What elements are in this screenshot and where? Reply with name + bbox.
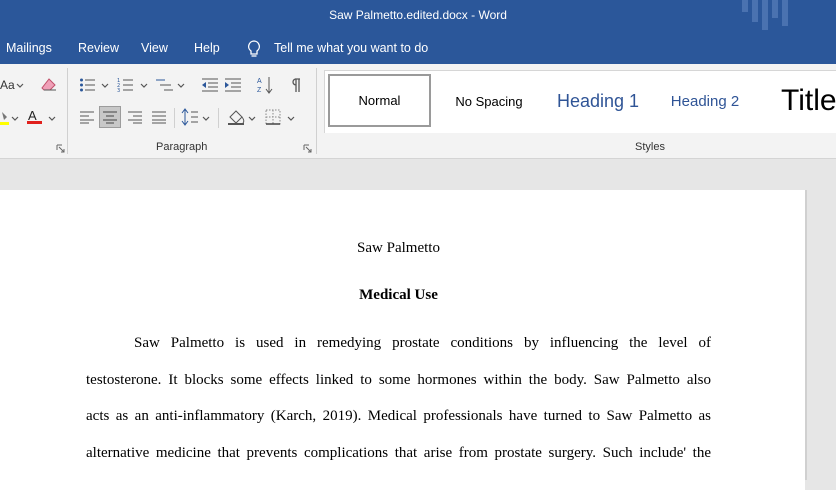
svg-text:Z: Z [257, 87, 262, 94]
bullets-icon[interactable] [79, 77, 97, 93]
ribbon-tabs: Mailings Review View Help Tell me what y… [0, 34, 836, 64]
document-line[interactable]: Saw Palmetto is used in remedying prosta… [86, 335, 711, 352]
tab-review[interactable]: Review [78, 41, 119, 55]
numbering-icon[interactable]: 123 [117, 77, 135, 93]
show-formatting-marks-icon[interactable] [289, 77, 301, 93]
styles-gallery: Normal No Spacing Heading 1 Heading 2 Ti… [324, 70, 836, 133]
align-left-icon[interactable] [79, 110, 95, 124]
increase-indent-icon[interactable] [224, 77, 242, 93]
document-line[interactable]: acts as an anti-inflammatory (Karch, 201… [86, 408, 711, 425]
svg-text:A: A [257, 78, 262, 85]
divider [174, 108, 175, 128]
paragraph-dialog-launcher-icon[interactable] [303, 144, 312, 153]
align-center-button[interactable] [99, 106, 121, 128]
group-divider [67, 68, 68, 154]
ribbon: Aa A 123 A Z Paragraph Normal No Spacing… [0, 64, 836, 159]
document-heading[interactable]: Medical Use [86, 287, 711, 304]
document-line[interactable]: alternative medicine that prevents compl… [86, 445, 711, 462]
style-heading-1[interactable]: Heading 1 [547, 71, 649, 131]
style-heading-2[interactable]: Heading 2 [655, 71, 755, 131]
clear-formatting-icon[interactable] [40, 77, 58, 93]
highlight-color-icon[interactable] [0, 110, 10, 126]
styles-group-label: Styles [635, 141, 665, 153]
divider [218, 108, 219, 128]
multilevel-list-icon[interactable] [155, 77, 175, 93]
decrease-indent-icon[interactable] [201, 77, 219, 93]
tell-me-search[interactable]: Tell me what you want to do [274, 41, 428, 55]
justify-icon[interactable] [151, 110, 167, 124]
align-center-icon [103, 111, 117, 124]
style-title[interactable]: Title [781, 71, 836, 131]
shading-icon[interactable] [226, 108, 246, 126]
chevron-down-icon [140, 83, 148, 88]
chevron-down-icon [248, 116, 256, 121]
tab-mailings[interactable]: Mailings [6, 41, 52, 55]
document-title[interactable]: Saw Palmetto [86, 240, 711, 257]
sort-icon[interactable]: A Z [257, 75, 275, 95]
page-shadow [805, 190, 807, 480]
borders-icon[interactable] [265, 109, 281, 125]
lightbulb-icon[interactable] [247, 40, 261, 58]
svg-text:3: 3 [117, 88, 120, 93]
change-case-button[interactable]: Aa [0, 78, 15, 92]
group-divider [316, 68, 317, 154]
tab-view[interactable]: View [141, 41, 168, 55]
font-dialog-launcher-icon[interactable] [56, 144, 65, 153]
window-title: Saw Palmetto.edited.docx - Word [329, 8, 507, 22]
chevron-down-icon [16, 83, 24, 88]
align-right-icon[interactable] [127, 110, 143, 124]
chevron-down-icon [202, 116, 210, 121]
paragraph-group-label: Paragraph [156, 141, 208, 153]
style-normal[interactable]: Normal [328, 74, 431, 127]
chevron-down-icon [101, 83, 109, 88]
svg-text:A: A [28, 108, 37, 123]
chevron-down-icon [11, 116, 19, 121]
chevron-down-icon [177, 83, 185, 88]
chevron-down-icon [287, 116, 295, 121]
tab-help[interactable]: Help [194, 41, 220, 55]
title-bar: Saw Palmetto.edited.docx - Word [0, 0, 836, 34]
chevron-down-icon [48, 116, 56, 121]
title-bar-decoration [742, 0, 788, 30]
font-color-icon[interactable]: A [26, 108, 44, 126]
line-spacing-icon[interactable] [181, 108, 199, 126]
document-line[interactable]: testosterone. It blocks some effects lin… [86, 372, 711, 389]
style-no-spacing[interactable]: No Spacing [437, 71, 541, 131]
